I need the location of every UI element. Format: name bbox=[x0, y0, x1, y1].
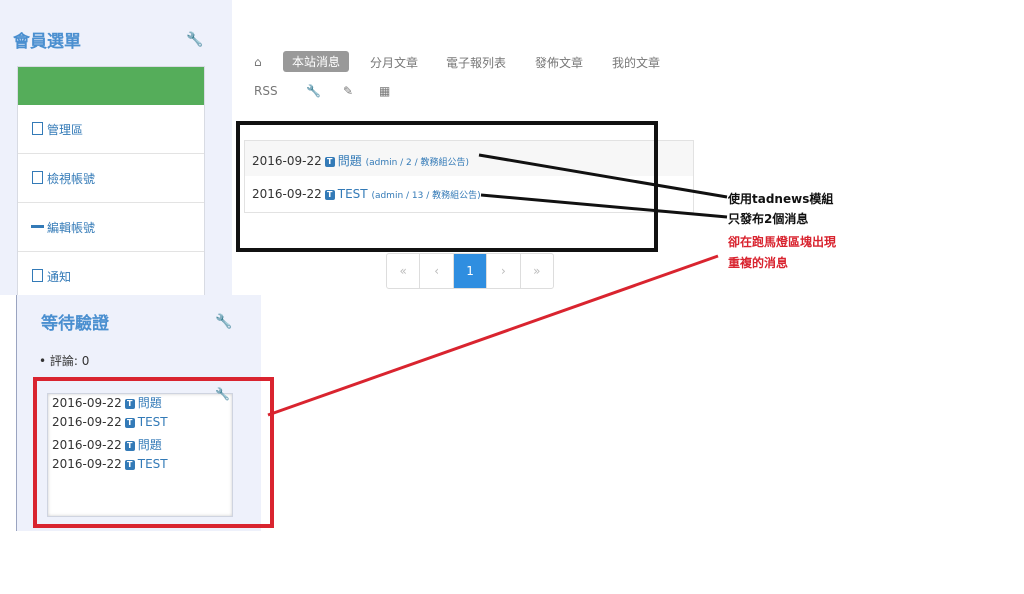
annotation-lines bbox=[267, 153, 728, 417]
annotation-arrow-line bbox=[480, 193, 728, 219]
annotation-note: 重複的消息 bbox=[728, 256, 789, 270]
annotation-note: 只發布2個消息 bbox=[728, 212, 809, 226]
annotation-note: 卻在跑馬燈區塊出現 bbox=[728, 235, 837, 249]
annotation-note: 使用tadnews模組 bbox=[728, 192, 834, 206]
annotation-arrow-line bbox=[478, 153, 728, 199]
annotation-arrow-line bbox=[267, 254, 719, 417]
